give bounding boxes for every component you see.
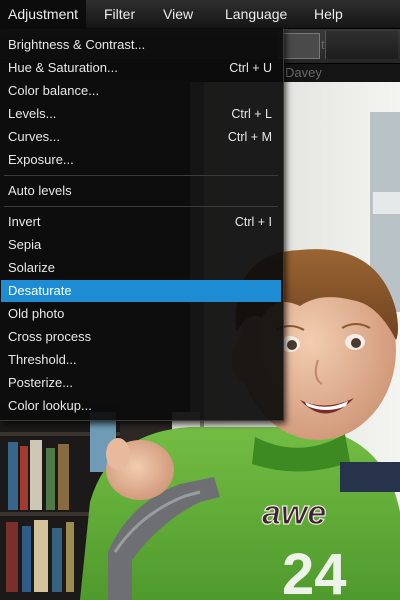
menu-item-shortcut: Ctrl + I [234,215,272,229]
menu-item-invert[interactable]: Invert Ctrl + I [1,211,281,233]
menu-item-shortcut: Ctrl + L [231,107,272,121]
menu-item-label: Solarize [8,260,55,275]
menu-item-label: Sepia [8,237,42,252]
menu-item-old-photo[interactable]: Old photo [1,303,281,325]
menu-item-posterize[interactable]: Posterize... [1,372,281,394]
menu-item-label: Invert [8,214,41,229]
menu-item-shortcut: Ctrl + M [227,130,272,144]
menu-item-label: Threshold... [8,352,77,367]
menu-item-label: Posterize... [8,375,74,390]
menu-item-cross-process[interactable]: Cross process [1,326,281,348]
menu-view[interactable]: View [155,0,201,28]
menu-item-levels[interactable]: Levels... Ctrl + L [1,103,281,125]
menu-item-label: Old photo [8,306,65,321]
menu-item-exposure[interactable]: Exposure... [1,149,281,171]
menu-item-label: Color balance... [8,83,100,98]
menu-item-curves[interactable]: Curves... Ctrl + M [1,126,281,148]
menu-language[interactable]: Language [217,0,295,28]
menu-item-label: Brightness & Contrast... [8,37,146,52]
menu-item-solarize[interactable]: Solarize [1,257,281,279]
menu-separator [4,206,278,207]
menu-item-label: Levels... [8,106,57,121]
menu-item-label: Exposure... [8,152,74,167]
menu-item-label: Color lookup... [8,398,92,413]
menu-item-threshold[interactable]: Threshold... [1,349,281,371]
menu-separator [4,175,278,176]
menu-item-label: Cross process [8,329,92,344]
menu-help[interactable]: Help [306,0,351,28]
menu-item-label: Curves... [8,129,61,144]
menu-item-label: Auto levels [8,183,72,198]
adjustment-menu-dropdown: Brightness & Contrast... Hue & Saturatio… [0,28,284,421]
menu-adjustment[interactable]: Adjustment [0,0,87,28]
menu-item-desaturate[interactable]: Desaturate [1,280,281,302]
menu-item-sepia[interactable]: Sepia [1,234,281,256]
shirt-number: 24 [282,542,347,600]
menu-item-brightness-contrast[interactable]: Brightness & Contrast... [1,34,281,56]
menu-item-auto-levels[interactable]: Auto levels [1,180,281,202]
height-field[interactable] [278,33,320,59]
menu-item-label: Desaturate [8,283,72,298]
document-title: Davey [285,65,322,80]
toolbar-button[interactable] [325,31,398,59]
menu-item-label: Hue & Saturation... [8,60,118,75]
menu-item-shortcut: Ctrl + U [229,61,272,75]
shirt-print-text: awe [262,494,326,532]
menu-item-color-balance[interactable]: Color balance... [1,80,281,102]
menu-item-hue-saturation[interactable]: Hue & Saturation... Ctrl + U [1,57,281,79]
menu-item-color-lookup[interactable]: Color lookup... [1,395,281,417]
menu-filter[interactable]: Filter [96,0,143,28]
menubar: Adjustment Filter View Language Help [0,0,400,29]
